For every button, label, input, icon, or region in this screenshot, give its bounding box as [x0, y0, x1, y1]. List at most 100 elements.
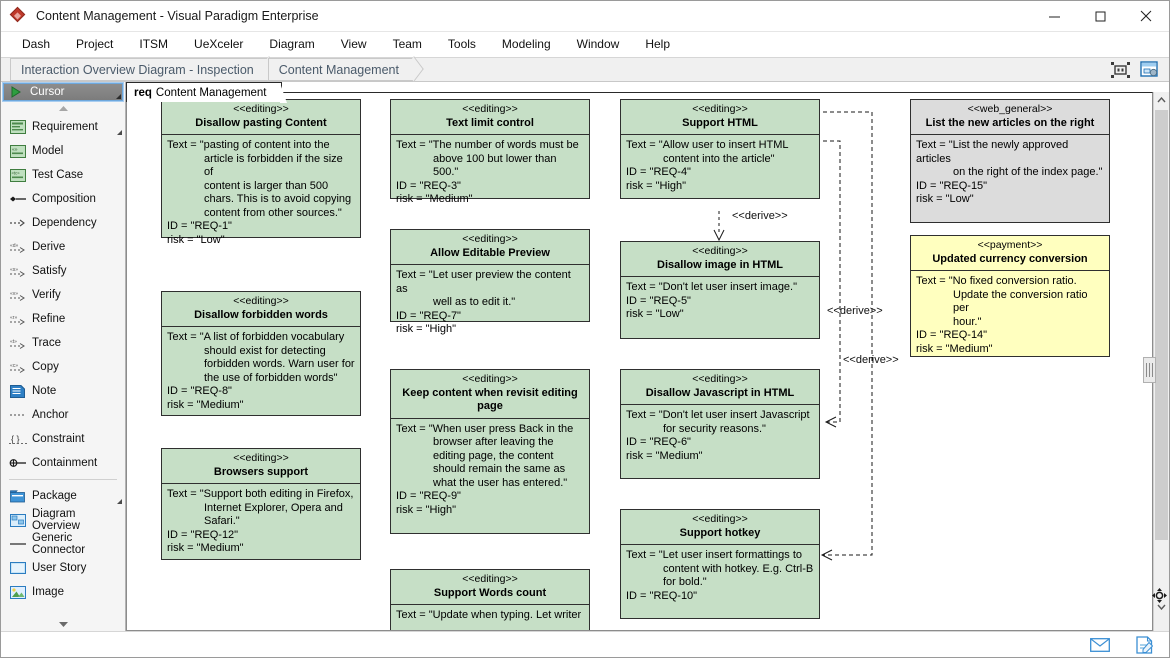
requirement-stereotype: <<editing>> — [166, 452, 356, 466]
requirement-box-req-9[interactable]: <<editing>> Keep content when revisit ed… — [390, 369, 590, 534]
requirement-text-line: on the right of the index page." — [916, 166, 1104, 180]
diagram-tab[interactable]: req Content Management — [126, 82, 282, 102]
palette-item-test-case[interactable]: «tc» Test Case — [1, 163, 125, 187]
diagram-overview-icon — [8, 514, 28, 527]
palette-item-anchor[interactable]: Anchor — [1, 403, 125, 427]
cursor-arrow-icon — [10, 86, 22, 98]
requirement-box-req-15[interactable]: <<web_general>> List the new articles on… — [910, 99, 1110, 223]
connector-label-derive-3: <<derive>> — [843, 354, 899, 366]
requirement-id: ID = "REQ-14" — [916, 329, 1104, 343]
resize-grip-icon[interactable] — [1143, 357, 1156, 383]
trace-icon: «t» — [8, 337, 28, 350]
menu-itsm[interactable]: ITSM — [126, 34, 181, 54]
requirement-text: Text = "When user press Back in the — [396, 423, 584, 437]
diagram-tab-label: Content Management — [156, 87, 267, 99]
requirement-name: Disallow Javascript in HTML — [625, 387, 815, 401]
menu-window[interactable]: Window — [564, 34, 633, 54]
menu-dash[interactable]: Dash — [9, 34, 63, 54]
notes-icon[interactable] — [1133, 636, 1155, 654]
requirement-box-req-11[interactable]: <<editing>> Support Words count Text = "… — [390, 569, 590, 631]
palette-item-model[interactable]: «» Model — [1, 139, 125, 163]
palette-item-label: Refine — [32, 313, 65, 325]
minimize-button[interactable] — [1031, 1, 1077, 32]
palette-item-verify[interactable]: «v» Verify — [1, 283, 125, 307]
requirement-name: Keep content when revisit editing page — [395, 387, 585, 414]
menu-help[interactable]: Help — [632, 34, 683, 54]
requirement-header: <<editing>> Text limit control — [391, 100, 589, 135]
requirement-box-req-4[interactable]: <<editing>> Support HTML Text = "Allow u… — [620, 99, 820, 199]
svg-text:«tc»: «tc» — [12, 170, 21, 175]
requirement-stereotype: <<editing>> — [625, 513, 815, 527]
breadcrumb-item-current[interactable]: Content Management — [268, 58, 413, 81]
palette-item-generic-connector[interactable]: Generic Connector — [1, 532, 125, 556]
requirement-box-req-7[interactable]: <<editing>> Allow Editable Preview Text … — [390, 229, 590, 322]
palette-item-constraint[interactable]: { } Constraint — [1, 427, 125, 451]
palette-item-user-story[interactable]: User Story — [1, 556, 125, 580]
palette-item-label: Trace — [32, 337, 61, 349]
palette-item-trace[interactable]: «t» Trace — [1, 331, 125, 355]
menu-tools[interactable]: Tools — [435, 34, 489, 54]
requirement-risk: risk = "High" — [396, 323, 584, 337]
package-icon — [8, 490, 28, 503]
requirement-box-req-5[interactable]: <<editing>> Disallow image in HTML Text … — [620, 241, 820, 339]
palette-submenu-icon[interactable] — [117, 499, 122, 504]
palette-item-cursor[interactable]: Cursor — [3, 83, 123, 101]
diagram-canvas[interactable]: <<derive>> <<derive>> <<derive>> <<editi… — [126, 92, 1153, 631]
breadcrumb-item-diagram[interactable]: Interaction Overview Diagram - Inspectio… — [10, 58, 268, 81]
palette-item-copy[interactable]: «c» Copy — [1, 355, 125, 379]
palette-item-dependency[interactable]: Dependency — [1, 211, 125, 235]
palette-item-label: Anchor — [32, 409, 68, 421]
requirement-stereotype: <<editing>> — [625, 103, 815, 117]
requirement-body: Text = "Let user insert formattings to c… — [621, 545, 819, 608]
palette-item-label: Diagram Overview — [32, 508, 125, 532]
requirement-box-req-1[interactable]: <<editing>> Disallow pasting Content Tex… — [161, 99, 361, 238]
palette-item-derive[interactable]: «d» Derive — [1, 235, 125, 259]
menu-modeling[interactable]: Modeling — [489, 34, 564, 54]
menu-project[interactable]: Project — [63, 34, 126, 54]
palette-item-image[interactable]: Image — [1, 580, 125, 604]
requirement-id: ID = "REQ-4" — [626, 166, 814, 180]
maximize-button[interactable] — [1077, 1, 1123, 32]
palette-item-requirement[interactable]: Requirement — [1, 115, 125, 139]
close-button[interactable] — [1123, 1, 1169, 32]
requirement-text: Text = "No fixed conversion ratio. — [916, 275, 1104, 289]
requirement-text: Text = "Update when typing. Let writer — [396, 609, 584, 623]
scrollbar-thumb[interactable] — [1155, 110, 1168, 540]
requirement-box-req-14[interactable]: <<payment>> Updated currency conversion … — [910, 235, 1110, 357]
requirement-box-req-12[interactable]: <<editing>> Browsers support Text = "Sup… — [161, 448, 361, 560]
palette-submenu-icon[interactable] — [117, 130, 122, 135]
palette-item-refine[interactable]: «r» Refine — [1, 307, 125, 331]
scroll-up-button[interactable] — [1154, 92, 1169, 108]
palette-scroll-down-icon[interactable] — [1, 617, 125, 631]
svg-text:«s»: «s» — [10, 267, 18, 273]
pan-move-icon[interactable] — [1152, 588, 1167, 603]
requirement-text: Text = "Let user insert formattings to — [626, 549, 814, 563]
menu-uexceler[interactable]: UeXceler — [181, 34, 256, 54]
diagram-properties-icon[interactable] — [1138, 60, 1160, 80]
requirement-name: Support hotkey — [625, 527, 815, 541]
requirement-box-req-6[interactable]: <<editing>> Disallow Javascript in HTML … — [620, 369, 820, 479]
requirement-id: ID = "REQ-7" — [396, 310, 584, 324]
palette-item-diagram-overview[interactable]: Diagram Overview — [1, 508, 125, 532]
menu-diagram[interactable]: Diagram — [256, 34, 327, 54]
palette-item-satisfy[interactable]: «s» Satisfy — [1, 259, 125, 283]
requirement-box-req-10[interactable]: <<editing>> Support hotkey Text = "Let u… — [620, 509, 820, 619]
menu-team[interactable]: Team — [380, 34, 435, 54]
fit-selection-icon[interactable] — [1109, 60, 1131, 80]
palette-cursor-submenu-icon[interactable] — [116, 94, 121, 99]
requirement-box-req-8[interactable]: <<editing>> Disallow forbidden words Tex… — [161, 291, 361, 416]
requirement-header: <<editing>> Browsers support — [162, 449, 360, 484]
requirement-risk: risk = "Medium" — [396, 193, 584, 207]
palette-item-composition[interactable]: Composition — [1, 187, 125, 211]
palette-item-package[interactable]: Package — [1, 484, 125, 508]
vertical-scrollbar[interactable] — [1153, 92, 1169, 631]
palette-item-note[interactable]: Note — [1, 379, 125, 403]
menu-view[interactable]: View — [328, 34, 380, 54]
requirement-box-req-3[interactable]: <<editing>> Text limit control Text = "T… — [390, 99, 590, 199]
requirement-body: Text = "Don't let user insert image." ID… — [621, 277, 819, 327]
requirement-body: Text = "Don't let user insert Javascript… — [621, 405, 819, 468]
requirement-risk: risk = "Medium" — [626, 450, 814, 464]
palette-scroll-up-icon[interactable] — [1, 101, 125, 115]
palette-item-containment[interactable]: Containment — [1, 451, 125, 475]
mail-icon[interactable] — [1089, 636, 1111, 654]
